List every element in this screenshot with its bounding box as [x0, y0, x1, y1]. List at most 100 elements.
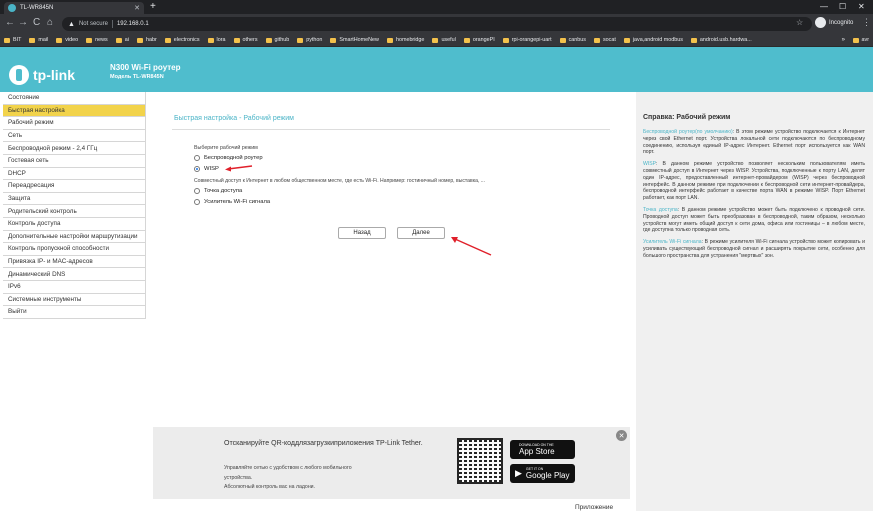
mode-label: WISP — [204, 166, 219, 172]
bookmark-folder[interactable]: news — [86, 37, 108, 43]
mode-option-access-point[interactable]: Точка доступа — [194, 188, 242, 194]
browser-tabstrip: TL-WR845N ✕ + — ☐ ✕ — [0, 0, 873, 14]
banner-text-2: устройства. — [224, 475, 253, 481]
logo-text: tp-link — [33, 67, 75, 83]
sidebar-item[interactable]: Выйти — [3, 306, 146, 319]
bookmark-folder[interactable]: ai — [115, 37, 129, 43]
mode-option-range-extender[interactable]: Усилитель Wi-Fi сигнала — [194, 199, 270, 205]
sidebar-item[interactable]: Беспроводной режим - 2,4 ГГц — [3, 142, 146, 155]
google-play-button[interactable]: ▶ GET IT ON Google Play — [510, 464, 575, 483]
mode-option-wisp[interactable]: WISP — [194, 166, 219, 172]
app-store-button[interactable]: DOWNLOAD ON THE App Store — [510, 440, 575, 459]
bookmark-folder[interactable]: python — [297, 37, 322, 43]
incognito-indicator[interactable]: Incognito — [815, 17, 853, 28]
mode-label: Точка доступа — [204, 188, 243, 194]
mode-option-wireless-router[interactable]: Беспроводной роутер — [194, 155, 263, 161]
model-title: N300 Wi-Fi роутер — [110, 63, 181, 72]
sidebar-item[interactable]: Гостевая сеть — [3, 154, 146, 168]
bookmark-label: useful — [441, 37, 456, 43]
bookmark-folder[interactable]: lora — [207, 37, 226, 43]
bookmark-star-icon[interactable]: ☆ — [796, 18, 803, 27]
folder-icon — [330, 37, 337, 43]
bookmark-label: electronics — [173, 37, 200, 43]
store-big-label: App Store — [519, 447, 555, 456]
sidebar-item[interactable]: Быстрая настройка — [3, 104, 146, 118]
bookmark-folder[interactable]: habr — [136, 37, 157, 43]
bookmark-folder[interactable]: mail — [29, 37, 48, 43]
url-text[interactable]: 192.168.0.1 — [117, 21, 149, 27]
sidebar-item[interactable]: Дополнительные настройки маршрутизации — [3, 230, 146, 244]
bookmark-folder[interactable]: useful — [432, 37, 456, 43]
close-tab-icon[interactable]: ✕ — [134, 4, 140, 12]
home-icon[interactable]: ⌂ — [47, 17, 53, 28]
tplink-favicon-icon — [8, 4, 16, 12]
sidebar-nav: Состояние Быстрая настройка Рабочий режим С… — [3, 92, 146, 319]
annotation-arrow-wisp — [225, 165, 253, 172]
app-label[interactable]: Приложение — [575, 504, 613, 511]
help-term: Беспроводной роутер(по умолчанию) — [643, 129, 733, 135]
router-header: tp-link N300 Wi-Fi роутер Модель TL-WR84… — [0, 47, 873, 92]
bookmark-folder[interactable]: java,android modbus — [623, 37, 683, 43]
bookmark-folder[interactable]: BIT — [4, 37, 21, 43]
maximize-icon[interactable]: ☐ — [839, 2, 846, 11]
bookmark-folder[interactable]: socat — [593, 37, 616, 43]
sidebar-item[interactable]: Родительский контроль — [3, 205, 146, 218]
radio-access-point[interactable] — [194, 188, 200, 194]
sidebar-item[interactable]: DHCP — [3, 167, 146, 181]
browser-tab[interactable]: TL-WR845N ✕ — [4, 2, 144, 14]
back-button[interactable]: Назад — [338, 227, 386, 239]
bookmark-label: homebridge — [395, 37, 425, 43]
sidebar-item[interactable]: Состояние — [3, 92, 146, 105]
sidebar-item[interactable]: Системные инструменты — [3, 293, 146, 307]
bookmark-label: BIT — [13, 37, 22, 43]
browser-menu-icon[interactable]: ⋮ — [862, 17, 871, 28]
help-paragraph: Усилитель Wi-Fi сигнала: В режиме усилит… — [643, 239, 865, 259]
sidebar-item[interactable]: Контроль доступа — [3, 217, 146, 231]
help-term: Точка доступа — [643, 206, 678, 213]
bookmark-label: mail — [38, 37, 49, 43]
back-arrow-icon[interactable]: ← — [5, 17, 15, 28]
bookmark-folder[interactable]: orangePI — [463, 37, 495, 43]
mode-prompt: Выберите рабочий режим — [194, 145, 258, 151]
sidebar-item[interactable]: Сеть — [3, 129, 146, 143]
folder-icon — [86, 37, 93, 43]
sidebar-item[interactable]: Переадресация — [3, 180, 146, 193]
bookmark-folder[interactable]: video — [56, 37, 78, 43]
address-bar[interactable]: ▲ Not secure 192.168.0.1 — [62, 17, 812, 31]
next-button[interactable]: Далее — [397, 227, 445, 239]
bookmark-folder[interactable]: canbus — [559, 37, 586, 43]
sidebar-item[interactable]: Привязка IP- и MAC-адресов — [3, 255, 146, 269]
sidebar-item[interactable]: Динамический DNS — [3, 268, 146, 281]
help-panel: Справка: Рабочий режим Беспроводной роут… — [636, 92, 873, 511]
banner-text-1: Управляйте сетью с удобством с любого мо… — [224, 465, 352, 471]
incognito-icon — [815, 17, 826, 28]
radio-wireless-router[interactable] — [194, 155, 200, 161]
bookmark-folder[interactable]: github — [265, 37, 290, 43]
bookmarks-overflow-icon[interactable]: » — [842, 37, 845, 43]
bookmark-folder[interactable]: homebridge — [386, 37, 425, 43]
bookmark-folder[interactable]: electronics — [164, 37, 200, 43]
sidebar-item[interactable]: Рабочий режим — [3, 117, 146, 130]
minimize-icon[interactable]: — — [820, 2, 828, 11]
sidebar-item[interactable]: Контроль пропускной способности — [3, 243, 146, 256]
bookmark-folder[interactable]: android.usb.hardwa... — [690, 37, 752, 43]
bookmark-label: python — [306, 37, 323, 43]
close-window-icon[interactable]: ✕ — [858, 2, 865, 11]
folder-icon — [623, 37, 630, 43]
bookmark-folder[interactable]: SmartHomeNew — [330, 37, 379, 43]
new-tab-button[interactable]: + — [150, 1, 156, 12]
radio-range-extender[interactable] — [194, 199, 200, 205]
reload-icon[interactable]: C — [33, 17, 40, 28]
other-bookmarks[interactable]: avr — [852, 37, 869, 43]
forward-arrow-icon[interactable]: → — [18, 17, 28, 28]
model-subtitle: Модель TL-WR845N — [110, 74, 164, 80]
bookmark-label: github — [274, 37, 290, 43]
radio-wisp[interactable] — [194, 166, 200, 172]
bookmark-folder[interactable]: rpi-orangepi-uart — [502, 37, 552, 43]
not-secure-label[interactable]: Not secure — [79, 21, 108, 27]
bookmark-folder[interactable]: others — [233, 37, 258, 43]
sidebar-item[interactable]: IPv6 — [3, 280, 146, 294]
bookmark-label: SmartHomeNew — [339, 37, 379, 43]
close-banner-icon[interactable]: ✕ — [616, 430, 627, 441]
sidebar-item[interactable]: Защита — [3, 192, 146, 206]
